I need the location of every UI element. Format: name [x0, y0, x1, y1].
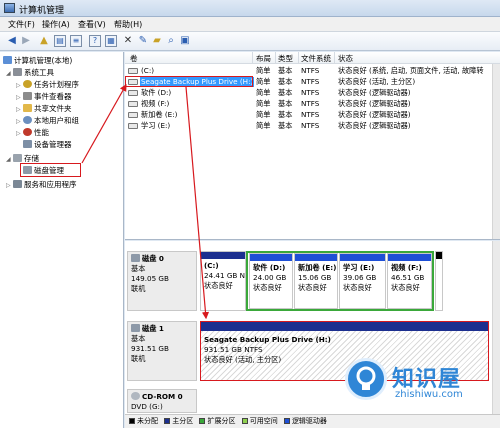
volume-row-c[interactable]: (C:) 简单 基本 NTFS 状态良好 (系统, 启动, 页面文件, 活动, …	[125, 66, 500, 76]
expand-arrow-icon[interactable]: ▷	[16, 128, 23, 139]
window-title: 计算机管理	[19, 6, 65, 16]
tree-item-event-viewer[interactable]: ▷ 事件查看器	[16, 91, 72, 102]
volume-row-new-e[interactable]: 新加卷 (E:) 简单 基本 NTFS 状态良好 (逻辑驱动器)	[125, 110, 500, 120]
computer-icon	[3, 56, 12, 64]
tree-item-performance[interactable]: ▷ 性能	[16, 127, 49, 138]
computer-management-icon	[4, 3, 15, 13]
volume-icon	[128, 90, 138, 96]
toolbar: ◀ ▶ ▲ ▤ ≡ ? ▦ ✕ ✎ ▰ ⌕ ▣	[0, 32, 500, 51]
properties-icon[interactable]: ≡	[70, 35, 82, 47]
partition-study-e[interactable]: 学习 (E:) 39.06 GB 状态良好	[339, 253, 386, 309]
tree-item-task-scheduler[interactable]: ▷ 任务计划程序	[16, 79, 79, 90]
column-layout[interactable]: 布局	[256, 53, 271, 64]
tree-item-device-manager[interactable]: 设备管理器	[23, 139, 72, 150]
legend-swatch-unallocated	[129, 418, 135, 424]
legend-swatch-free	[241, 418, 248, 424]
up-folder-icon[interactable]: ▲	[38, 35, 50, 47]
menu-view[interactable]: 查看(V)	[78, 19, 106, 30]
primary-partition-bar	[201, 252, 245, 259]
disk-1-label[interactable]: 磁盘 1 基本 931.51 GB 联机	[127, 321, 197, 381]
title-bar: 计算机管理	[0, 0, 500, 17]
volume-icon	[128, 68, 138, 74]
volume-row-f[interactable]: 视频 (F:) 简单 基本 NTFS 状态良好 (逻辑驱动器)	[125, 99, 500, 109]
column-volume[interactable]: 卷	[130, 53, 138, 64]
partition-d[interactable]: 软件 (D:) 24.00 GB 状态良好	[249, 253, 293, 309]
hard-disk-icon	[131, 254, 140, 262]
collapse-arrow-icon[interactable]: ◢	[6, 68, 13, 79]
tree-item-local-users[interactable]: ▷ 本地用户和组	[16, 115, 79, 126]
tree-item-services-apps[interactable]: ▷ 服务和应用程序	[6, 179, 77, 190]
forward-arrow-icon[interactable]: ▶	[20, 35, 32, 47]
storage-icon	[13, 154, 22, 162]
new-icon[interactable]: ✎	[137, 35, 149, 47]
navigation-tree: 计算机管理(本地) ◢ 系统工具 ▷ 任务计划程序 ▷ 事件查看器 ▷ 共享文件夹 ▷ 本…	[0, 52, 124, 428]
logical-drive-bar	[340, 254, 385, 261]
device-manager-icon	[23, 140, 32, 148]
unallocated-bar	[436, 252, 442, 259]
clock-icon	[23, 80, 32, 88]
expand-arrow-icon[interactable]: ▷	[16, 92, 23, 103]
legend-swatch-logical	[283, 418, 290, 424]
legend-swatch-primary	[164, 418, 171, 424]
column-file-system[interactable]: 文件系统	[301, 53, 331, 64]
event-log-icon	[23, 92, 32, 100]
cdrom-label[interactable]: CD-ROM 0 DVD (G:)	[127, 389, 197, 413]
tree-item-root[interactable]: 计算机管理(本地)	[3, 55, 72, 66]
performance-icon	[23, 128, 32, 136]
partition-c[interactable]: (C:) 24.41 GB N 状态良好	[200, 251, 246, 311]
volume-row-study-e[interactable]: 学习 (E:) 简单 基本 NTFS 状态良好 (逻辑驱动器)	[125, 121, 500, 131]
logical-drive-bar	[250, 254, 292, 261]
tools-icon	[13, 68, 22, 76]
watermark-url: zhishiwu.com	[395, 389, 463, 400]
legend-swatch-extended	[199, 418, 206, 424]
open-icon[interactable]: ▰	[151, 35, 163, 47]
shared-folder-icon	[23, 104, 32, 112]
expand-arrow-icon[interactable]: ▷	[16, 116, 23, 127]
expand-arrow-icon[interactable]: ▷	[16, 104, 23, 115]
expand-arrow-icon[interactable]: ▷	[6, 180, 13, 191]
watermark-logo: 知识屋 zhishiwu.com	[345, 358, 500, 428]
column-status[interactable]: 状态	[338, 53, 353, 64]
delete-icon[interactable]: ✕	[122, 35, 134, 47]
partition-new-e[interactable]: 新加卷 (E:) 15.06 GB 状态良好	[294, 253, 338, 309]
services-icon	[13, 180, 22, 188]
logical-drive-bar	[388, 254, 431, 261]
hard-disk-icon	[131, 324, 140, 332]
expand-arrow-icon[interactable]: ▷	[16, 80, 23, 91]
show-hide-tree-icon[interactable]: ▤	[54, 35, 66, 47]
search-icon[interactable]: ⌕	[165, 35, 177, 47]
volume-icon	[128, 101, 138, 107]
volume-icon	[128, 123, 138, 129]
collapse-arrow-icon[interactable]: ◢	[6, 154, 13, 165]
seagate-row-highlight	[125, 76, 253, 87]
menu-help[interactable]: 帮助(H)	[114, 19, 142, 30]
help-icon[interactable]: ?	[89, 35, 101, 47]
column-type[interactable]: 类型	[278, 53, 293, 64]
details-view-icon[interactable]: ▦	[105, 35, 117, 47]
menu-file[interactable]: 文件(F)	[8, 19, 35, 30]
partition-f[interactable]: 视频 (F:) 46.51 GB 状态良好	[387, 253, 432, 309]
volume-icon	[128, 112, 138, 118]
tree-item-shared-folders[interactable]: ▷ 共享文件夹	[16, 103, 72, 114]
volume-list-header: 卷 布局 类型 文件系统 状态	[125, 52, 500, 64]
volume-list-scrollbar[interactable]	[492, 64, 500, 239]
lightbulb-logo-icon	[345, 358, 387, 400]
unallocated-sliver[interactable]	[435, 251, 443, 311]
primary-partition-bar	[201, 322, 488, 331]
volume-row-d[interactable]: 软件 (D:) 简单 基本 NTFS 状态良好 (逻辑驱动器)	[125, 88, 500, 98]
tree-item-system-tools[interactable]: ◢ 系统工具	[6, 67, 54, 78]
refresh-icon[interactable]: ▣	[179, 35, 191, 47]
users-icon	[23, 116, 32, 124]
disk-management-highlight	[20, 163, 81, 177]
disk-0-label[interactable]: 磁盘 0 基本 149.05 GB 联机	[127, 251, 197, 311]
back-arrow-icon[interactable]: ◀	[6, 35, 18, 47]
cd-drive-icon	[131, 392, 140, 400]
logical-drive-bar	[295, 254, 337, 261]
menu-bar: 文件(F) 操作(A) 查看(V) 帮助(H)	[0, 17, 500, 32]
menu-action[interactable]: 操作(A)	[42, 19, 70, 30]
